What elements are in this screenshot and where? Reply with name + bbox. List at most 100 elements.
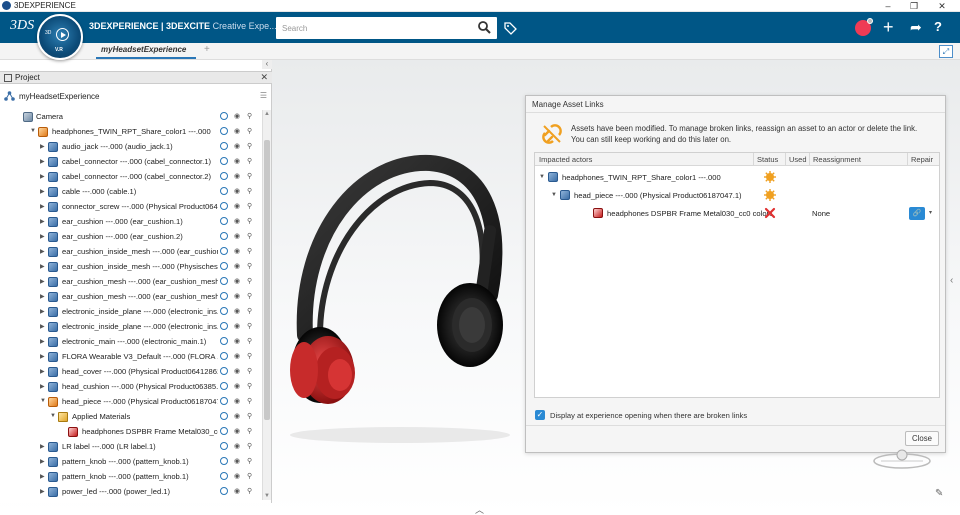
visibility-toggle-icon[interactable] xyxy=(220,232,228,240)
eye-icon[interactable]: ◉ xyxy=(234,472,240,480)
expand-icon[interactable]: ▶ xyxy=(40,158,45,165)
search-box[interactable]: Search xyxy=(276,17,497,39)
tree-scrollbar[interactable]: ▲ ▼ xyxy=(262,110,271,500)
tree-row[interactable]: ▶ audio_jack ---.000 (audio_jack.1) ◉ ⚲ xyxy=(0,140,262,155)
tree-row[interactable]: ▶ ear_cushion ---.000 (ear_cushion.2) ◉ ⚲ xyxy=(0,230,262,245)
visibility-toggle-icon[interactable] xyxy=(220,352,228,360)
visibility-toggle-icon[interactable] xyxy=(220,247,228,255)
tree-row[interactable]: ▶ cabel_connector ---.000 (cabel_connecto… xyxy=(0,155,262,170)
expand-icon[interactable]: ▶ xyxy=(40,218,45,225)
reassignment-value[interactable]: None xyxy=(812,209,830,218)
eye-icon[interactable]: ◉ xyxy=(234,172,240,180)
visibility-toggle-icon[interactable] xyxy=(220,157,228,165)
fullscreen-icon[interactable]: ⤢ xyxy=(939,45,953,58)
eye-icon[interactable]: ◉ xyxy=(234,397,240,405)
expand-icon[interactable]: ▶ xyxy=(40,353,45,360)
expand-icon[interactable]: ▶ xyxy=(40,338,45,345)
eye-icon[interactable]: ◉ xyxy=(234,337,240,345)
expand-icon[interactable]: ▶ xyxy=(40,293,45,300)
link-icon[interactable]: ⚲ xyxy=(247,337,252,345)
visibility-toggle-icon[interactable] xyxy=(220,262,228,270)
share-icon[interactable]: ➦ xyxy=(910,20,922,34)
link-icon[interactable]: ⚲ xyxy=(247,127,252,135)
eye-icon[interactable]: ◉ xyxy=(234,127,240,135)
link-icon[interactable]: ⚲ xyxy=(247,307,252,315)
expand-icon[interactable]: ▶ xyxy=(40,458,45,465)
grid-row[interactable]: headphones DSPBR Frame Metal030_cc0 colo… xyxy=(535,205,939,223)
link-icon[interactable]: ⚲ xyxy=(247,202,252,210)
visibility-toggle-icon[interactable] xyxy=(220,307,228,315)
visibility-toggle-icon[interactable] xyxy=(220,367,228,375)
panel-settings-icon[interactable]: ☰ xyxy=(260,91,267,100)
tab-myheadsetexperience[interactable]: myHeadsetExperience xyxy=(101,45,186,54)
visibility-toggle-icon[interactable] xyxy=(220,292,228,300)
link-icon[interactable]: ⚲ xyxy=(247,187,252,195)
expand-icon[interactable]: ▶ xyxy=(40,188,45,195)
scroll-down-icon[interactable]: ▼ xyxy=(264,493,270,499)
collapse-icon[interactable]: ▼ xyxy=(539,174,545,180)
link-icon[interactable]: ⚲ xyxy=(247,487,252,495)
link-icon[interactable]: ⚲ xyxy=(247,397,252,405)
visibility-toggle-icon[interactable] xyxy=(220,172,228,180)
tree-row[interactable]: ▶ FLORA Wearable V3_Default ---.000 (FLOR… xyxy=(0,350,262,365)
add-tab-button[interactable]: + xyxy=(204,44,210,55)
grid-row[interactable]: ▼ headphones_TWIN_RPT_Share_color1 ---.00… xyxy=(535,169,939,187)
visibility-toggle-icon[interactable] xyxy=(220,412,228,420)
repair-button[interactable]: 🔗 xyxy=(909,207,925,220)
eye-icon[interactable]: ◉ xyxy=(234,187,240,195)
eye-icon[interactable]: ◉ xyxy=(234,457,240,465)
expand-icon[interactable]: ▶ xyxy=(40,443,45,450)
expand-icon[interactable]: ▶ xyxy=(40,323,45,330)
panel-close-icon[interactable]: ✕ xyxy=(260,72,268,83)
eye-icon[interactable]: ◉ xyxy=(234,202,240,210)
tree-row[interactable]: ▶ cabel_connector ---.000 (cabel_connecto… xyxy=(0,170,262,185)
link-icon[interactable]: ⚲ xyxy=(247,292,252,300)
eye-icon[interactable]: ◉ xyxy=(234,322,240,330)
expand-icon[interactable]: ▶ xyxy=(40,488,45,495)
compass-button[interactable]: 3D V.R xyxy=(37,14,83,60)
tree-row[interactable]: ▶ electronic_inside_plane ---.000 (electr… xyxy=(0,305,262,320)
tree-row[interactable]: ▶ cable ---.000 (cable.1) ◉ ⚲ xyxy=(0,185,262,200)
col-reassignment[interactable]: Reassignment xyxy=(813,155,861,164)
visibility-toggle-icon[interactable] xyxy=(220,472,228,480)
eye-icon[interactable]: ◉ xyxy=(234,382,240,390)
tree-row[interactable]: ▶ electronic_inside_plane ---.000 (electr… xyxy=(0,320,262,335)
search-input[interactable]: Search xyxy=(282,24,307,33)
repair-dropdown-icon[interactable]: ▾ xyxy=(926,207,935,220)
visibility-toggle-icon[interactable] xyxy=(220,217,228,225)
eye-icon[interactable]: ◉ xyxy=(234,142,240,150)
tree-row[interactable]: ▶ LR label ---.000 (LR label.1) ◉ ⚲ xyxy=(0,440,262,455)
link-icon[interactable]: ⚲ xyxy=(247,142,252,150)
visibility-toggle-icon[interactable] xyxy=(220,337,228,345)
collapse-icon[interactable]: ▼ xyxy=(30,128,36,134)
tree-row[interactable]: ▼ Applied Materials ◉ ⚲ xyxy=(0,410,262,425)
tree-row[interactable]: ▶ electronic_main ---.000 (electronic_mai… xyxy=(0,335,262,350)
expand-icon[interactable]: ▶ xyxy=(40,248,45,255)
link-icon[interactable]: ⚲ xyxy=(247,157,252,165)
visibility-toggle-icon[interactable] xyxy=(220,397,228,405)
headphones-model[interactable] xyxy=(280,145,520,445)
expand-icon[interactable]: ▶ xyxy=(40,263,45,270)
tree-row[interactable]: ▶ ear_cushion ---.000 (ear_cushion.1) ◉ ⚲ xyxy=(0,215,262,230)
close-window-button[interactable]: ✕ xyxy=(931,0,953,12)
eye-icon[interactable]: ◉ xyxy=(234,112,240,120)
action-bar-toggle-icon[interactable]: ︿ xyxy=(475,503,484,515)
link-icon[interactable]: ⚲ xyxy=(247,352,252,360)
tree-row[interactable]: headphones DSPBR Frame Metal030_cc0 colo… xyxy=(0,425,262,440)
display-broken-links-checkbox[interactable]: ✓ xyxy=(535,410,545,420)
eye-icon[interactable]: ◉ xyxy=(234,367,240,375)
link-icon[interactable]: ⚲ xyxy=(247,442,252,450)
expand-icon[interactable]: ▶ xyxy=(40,473,45,480)
visibility-toggle-icon[interactable] xyxy=(220,487,228,495)
panel-collapse-button[interactable]: ‹ xyxy=(262,60,272,69)
expand-icon[interactable]: ▶ xyxy=(40,308,45,315)
tree-row[interactable]: ▶ ear_cushion_inside_mesh ---.000 (Physis… xyxy=(0,260,262,275)
tree-row[interactable]: ▼ head_piece ---.000 (Physical Product061… xyxy=(0,395,262,410)
tree-row[interactable]: ▶ pattern_knob ---.000 (pattern_knob.1) ◉ ⚲ xyxy=(0,455,262,470)
tree-row[interactable]: ▶ head_cover ---.000 (Physical Product064… xyxy=(0,365,262,380)
link-icon[interactable]: ⚲ xyxy=(247,277,252,285)
link-icon[interactable]: ⚲ xyxy=(247,472,252,480)
eye-icon[interactable]: ◉ xyxy=(234,157,240,165)
col-repair[interactable]: Repair xyxy=(911,155,933,164)
collapse-icon[interactable]: ▼ xyxy=(551,192,557,198)
